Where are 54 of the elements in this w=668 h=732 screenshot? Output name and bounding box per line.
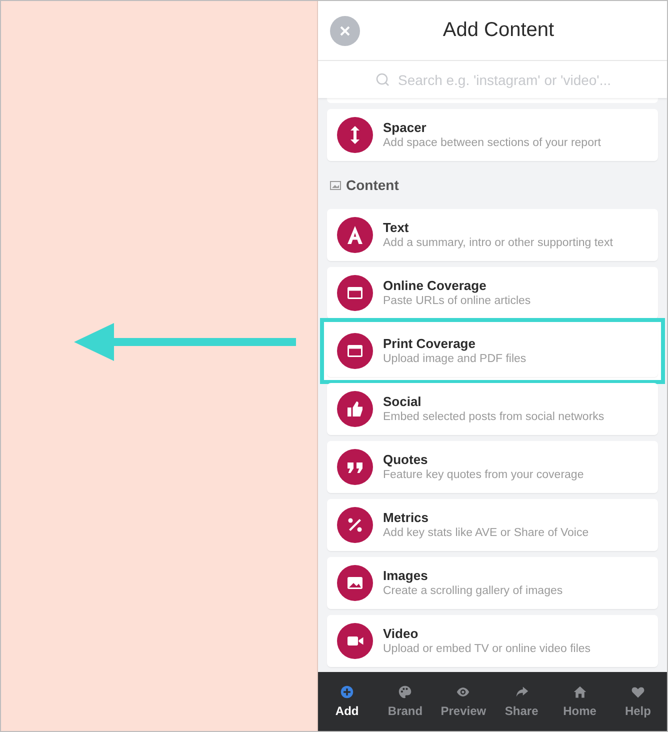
close-button[interactable] — [330, 16, 360, 46]
card-title: Video — [383, 626, 420, 642]
content-card[interactable]: Text Add a summary, intro or other supporting text — [327, 209, 658, 261]
content-card[interactable]: Quotes Feature key quotes from your coverage — [327, 441, 658, 493]
card-title: Social — [383, 394, 422, 410]
card-description: Create a scrolling gallery of images — [383, 584, 563, 598]
card-description: Feature key quotes from your coverage — [383, 468, 584, 482]
close-icon — [339, 24, 351, 36]
percent-icon — [337, 507, 373, 543]
image-icon — [337, 565, 373, 601]
card-description: Paste URLs of online articles — [383, 294, 531, 308]
card-title: Metrics — [383, 510, 430, 526]
content-card[interactable]: Spacer Add space between sections of your report — [327, 109, 658, 161]
share-arrow-icon — [514, 685, 529, 699]
nav-tab[interactable]: Share — [492, 672, 551, 731]
content-card[interactable]: Images Create a scrolling gallery of images — [327, 557, 658, 609]
home-icon — [572, 685, 587, 699]
card-description: Upload image and PDF files — [383, 352, 526, 366]
browser-window-icon — [337, 275, 373, 311]
nav-tab[interactable]: Help — [608, 672, 667, 731]
card-description: Add a summary, intro or other supporting text — [383, 236, 613, 250]
card-description: Upload or embed TV or online video files — [383, 642, 591, 656]
nav-tab[interactable]: Add — [318, 672, 376, 731]
content-card[interactable]: Video Upload or embed TV or online video files — [327, 615, 658, 667]
arrows-icon — [337, 117, 373, 153]
card-title: Print Coverage — [383, 336, 476, 352]
search-field[interactable]: Search e.g. 'instagram' or 'video'... — [318, 61, 667, 98]
card-title: Text — [383, 220, 410, 236]
thumbs-up-icon — [337, 391, 373, 427]
panel-title: Add Content — [442, 19, 556, 42]
palette-icon — [398, 685, 412, 699]
image-icon — [330, 180, 341, 190]
content-card[interactable]: Metrics Add key stats like AVE or Share of Voice — [327, 499, 658, 551]
quote-marks-icon — [337, 449, 373, 485]
section-heading: Content — [346, 177, 399, 193]
heart-icon — [630, 685, 645, 699]
plus-circle-icon — [340, 685, 354, 699]
eye-icon — [456, 685, 470, 699]
content-card[interactable]: Online Coverage Paste URLs of online articles — [327, 267, 658, 319]
card-description: Embed selected posts from social networks — [383, 410, 604, 424]
video-camera-icon — [337, 623, 373, 659]
content-card[interactable]: Print Coverage Upload image and PDF files — [327, 325, 658, 377]
content-card[interactable]: Social Embed selected posts from social networks — [327, 383, 658, 435]
nav-tab[interactable]: Home — [550, 672, 609, 731]
letter-icon — [337, 217, 373, 253]
card-title: Spacer — [383, 120, 428, 136]
card-title: Images — [383, 568, 429, 584]
card-description: Add space between sections of your report — [383, 136, 601, 150]
card-title: Online Coverage — [383, 278, 488, 294]
card-title: Quotes — [383, 452, 429, 468]
card-description: Add key stats like AVE or Share of Voice — [383, 526, 589, 540]
browser-window-icon — [337, 333, 373, 369]
nav-tab[interactable]: Preview — [434, 672, 493, 731]
nav-tab[interactable]: Brand — [376, 672, 434, 731]
